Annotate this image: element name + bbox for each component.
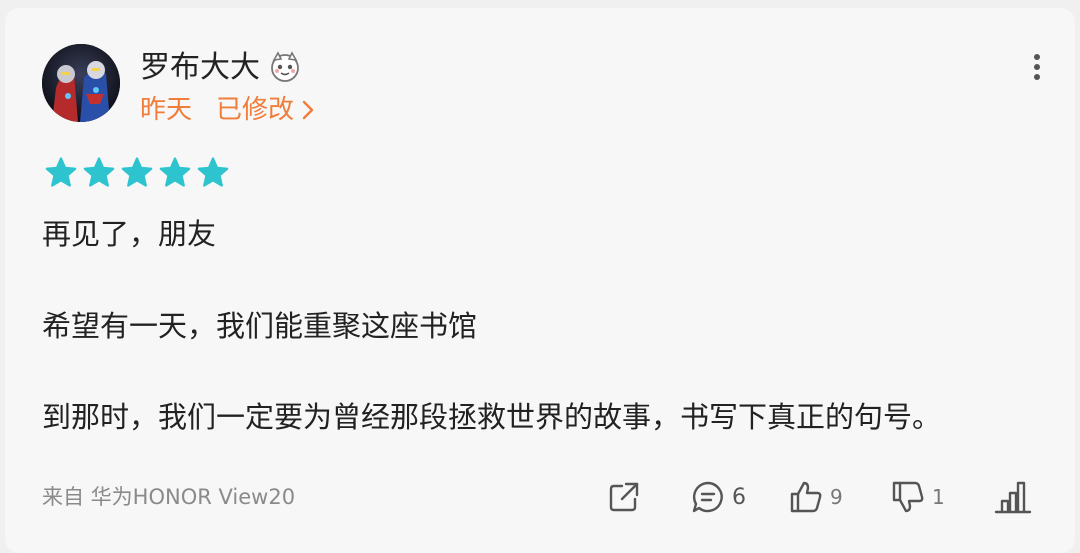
star-icon: [197, 157, 229, 187]
review-card: [5, 8, 1075, 553]
comment-button[interactable]: 6: [690, 478, 746, 516]
share-icon: [609, 482, 639, 512]
level-badge-icon: [268, 50, 302, 84]
edited-link[interactable]: 已修改: [216, 92, 316, 128]
star-icon: [83, 157, 115, 187]
edited-label: 已修改: [216, 95, 295, 125]
stats-icon: [994, 481, 1032, 514]
like-count: 9: [830, 485, 843, 509]
review-text-line-1: 再见了，朋友: [42, 217, 217, 251]
thumbs-down-icon: [892, 481, 924, 513]
like-button[interactable]: 9: [788, 478, 843, 516]
stats-button[interactable]: [994, 478, 1032, 516]
dislike-count: 1: [932, 485, 945, 509]
username[interactable]: 罗布大大: [140, 48, 260, 88]
avatar[interactable]: [42, 44, 120, 122]
review-text-line-3: 到那时，我们一定要为曾经那段拯救世界的故事，书写下真正的句号。: [42, 400, 942, 434]
review-text-line-2: 希望有一天，我们能重聚这座书馆: [42, 309, 478, 343]
thumbs-up-icon: [790, 481, 822, 513]
comment-count: 6: [732, 484, 746, 510]
review-meta: 昨天 已修改: [140, 92, 316, 128]
share-button[interactable]: [606, 478, 642, 516]
star-rating: [44, 156, 230, 190]
comment-icon: [692, 481, 723, 513]
dislike-button[interactable]: 1: [890, 478, 945, 516]
review-time: 昨天: [140, 95, 193, 125]
device-source: 来自 华为HONOR View20: [42, 485, 296, 509]
star-icon: [159, 157, 191, 187]
more-options-icon[interactable]: [1026, 50, 1048, 84]
chevron-right-icon: [302, 100, 314, 120]
star-icon: [121, 157, 153, 187]
star-icon: [45, 157, 77, 187]
